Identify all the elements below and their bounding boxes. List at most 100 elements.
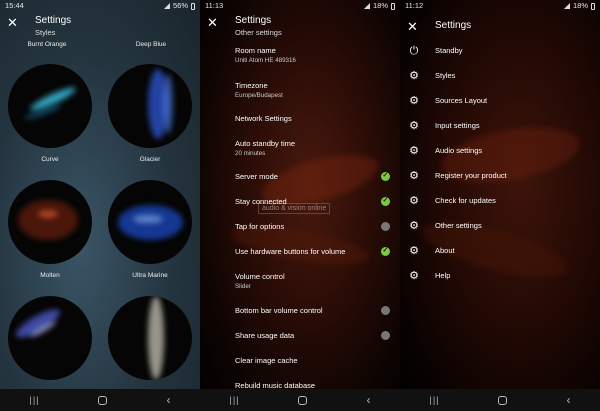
battery-icon xyxy=(391,2,395,10)
setting-clear-cache[interactable]: Clear image cache xyxy=(235,356,395,365)
toggle-share-usage[interactable] xyxy=(381,331,390,340)
page-subtitle: Styles xyxy=(35,28,56,37)
gear-icon: ⚙ xyxy=(409,245,419,257)
status-bar: 15:44 56% xyxy=(0,0,200,12)
battery-icon xyxy=(591,2,595,10)
toggle-bottom-bar-volume[interactable] xyxy=(381,306,390,315)
menu-item-other-settings[interactable]: ⚙ Other settings xyxy=(400,217,600,237)
setting-label: Auto standby time xyxy=(235,139,296,148)
toggle-tap-for-options[interactable] xyxy=(381,222,390,231)
recent-apps-icon[interactable]: ||| xyxy=(29,395,39,405)
style-label-ultra-marine: Ultra Marine xyxy=(132,272,168,279)
page-title: Settings xyxy=(435,20,472,31)
setting-hardware-volume[interactable]: Use hardware buttons for volume xyxy=(235,247,395,256)
setting-label: Volume control xyxy=(235,272,285,281)
gear-icon: ⚙ xyxy=(409,145,419,157)
signal-icon xyxy=(563,3,570,9)
close-icon[interactable]: ✕ xyxy=(407,20,418,34)
setting-volume-control[interactable]: Volume control Slider xyxy=(235,272,395,290)
home-icon[interactable] xyxy=(498,395,508,405)
toggle-server-mode[interactable] xyxy=(381,171,390,181)
menu-item-help[interactable]: ⚙ Help xyxy=(400,267,600,287)
style-label-molten: Molten xyxy=(40,272,60,279)
back-icon[interactable]: ‹ xyxy=(166,393,170,407)
watermark: audio & vision online xyxy=(258,203,331,214)
style-thumb-molten[interactable] xyxy=(8,180,92,264)
style-thumb-ultra-marine[interactable] xyxy=(108,180,192,264)
status-time: 11:13 xyxy=(205,1,224,10)
setting-auto-standby[interactable]: Auto standby time 20 minutes xyxy=(235,139,395,157)
page-title: Settings xyxy=(235,15,272,26)
close-icon[interactable]: ✕ xyxy=(7,16,18,30)
gear-icon: ⚙ xyxy=(409,70,419,82)
signal-icon xyxy=(163,3,170,9)
gear-icon: ⚙ xyxy=(409,170,419,182)
signal-icon xyxy=(363,3,370,9)
setting-label: Share usage data xyxy=(235,331,295,340)
page-subtitle: Other settings xyxy=(235,28,282,37)
setting-network[interactable]: Network Settings xyxy=(235,114,395,123)
gear-icon: ⚙ xyxy=(409,270,419,282)
menu-label: Register your product xyxy=(435,171,507,180)
gear-icon: ⚙ xyxy=(409,120,419,132)
style-thumb-7[interactable] xyxy=(8,296,92,380)
setting-timezone[interactable]: Timezone Europe/Budapest xyxy=(235,81,395,99)
setting-label: Use hardware buttons for volume xyxy=(235,247,346,256)
status-time: 11:12 xyxy=(405,1,424,10)
battery-percent: 18% xyxy=(572,1,588,10)
toggle-stay-connected[interactable] xyxy=(381,196,390,206)
menu-item-styles[interactable]: ⚙ Styles xyxy=(400,67,600,87)
home-icon[interactable] xyxy=(298,395,308,405)
style-label-glacier: Glacier xyxy=(139,156,161,163)
menu-item-sources-layout[interactable]: ⚙ Sources Layout xyxy=(400,92,600,112)
style-thumb-8[interactable] xyxy=(108,296,192,380)
back-icon[interactable]: ‹ xyxy=(366,393,370,407)
status-time: 15:44 xyxy=(5,1,24,10)
style-label-curve: Curve xyxy=(41,156,59,163)
styles-screen: 15:44 56% ✕ Settings Styles Burnt Orange… xyxy=(0,0,200,411)
recent-apps-icon[interactable]: ||| xyxy=(229,395,239,405)
page-title: Settings xyxy=(35,15,72,26)
recent-apps-icon[interactable]: ||| xyxy=(429,395,439,405)
setting-tap-for-options[interactable]: Tap for options xyxy=(235,222,395,231)
setting-bottom-bar-volume[interactable]: Bottom bar volume control xyxy=(235,306,395,315)
setting-label: Bottom bar volume control xyxy=(235,306,323,315)
menu-item-check-updates[interactable]: ⚙ Check for updates xyxy=(400,192,600,212)
header: ✕ Settings xyxy=(400,12,600,40)
menu-label: Styles xyxy=(435,71,456,80)
setting-label: Clear image cache xyxy=(235,356,298,365)
header: ✕ Settings Styles xyxy=(0,12,200,40)
gear-icon: ⚙ xyxy=(409,220,419,232)
settings-menu-screen: 11:12 18% ✕ Settings ⏻ Standby ⚙ Styles … xyxy=(400,0,600,411)
menu-item-standby[interactable]: ⏻ Standby xyxy=(400,42,600,62)
menu-item-register-product[interactable]: ⚙ Register your product xyxy=(400,167,600,187)
setting-server-mode[interactable]: Server mode xyxy=(235,172,395,181)
gear-icon: ⚙ xyxy=(409,95,419,107)
status-bar: 11:13 18% xyxy=(200,0,400,12)
menu-item-about[interactable]: ⚙ About xyxy=(400,242,600,262)
menu-label: Input settings xyxy=(435,121,480,130)
menu-label: About xyxy=(435,246,455,255)
style-label-burnt-orange: Burnt Orange xyxy=(27,41,67,48)
menu-item-input-settings[interactable]: ⚙ Input settings xyxy=(400,117,600,137)
menu-label: Audio settings xyxy=(435,146,483,155)
close-icon[interactable]: ✕ xyxy=(207,16,218,30)
toggle-hardware-volume[interactable] xyxy=(381,246,390,256)
setting-label: Server mode xyxy=(235,172,278,181)
setting-label: Timezone xyxy=(235,81,268,90)
setting-label: Room name xyxy=(235,46,276,55)
gear-icon: ⚙ xyxy=(409,195,419,207)
status-bar: 11:12 18% xyxy=(400,0,600,12)
header: ✕ Settings Other settings xyxy=(200,12,400,40)
menu-label: Other settings xyxy=(435,221,482,230)
back-icon[interactable]: ‹ xyxy=(566,393,570,407)
style-thumb-glacier[interactable] xyxy=(108,64,192,148)
menu-item-audio-settings[interactable]: ⚙ Audio settings xyxy=(400,142,600,162)
setting-value: 20 minutes xyxy=(235,150,266,157)
style-thumb-curve[interactable] xyxy=(8,64,92,148)
style-label-deep-blue: Deep Blue xyxy=(135,41,167,48)
battery-percent: 18% xyxy=(372,1,388,10)
setting-room-name[interactable]: Room name Uniti Atom HE 489316 xyxy=(235,46,395,64)
home-icon[interactable] xyxy=(98,395,108,405)
setting-share-usage[interactable]: Share usage data xyxy=(235,331,395,340)
